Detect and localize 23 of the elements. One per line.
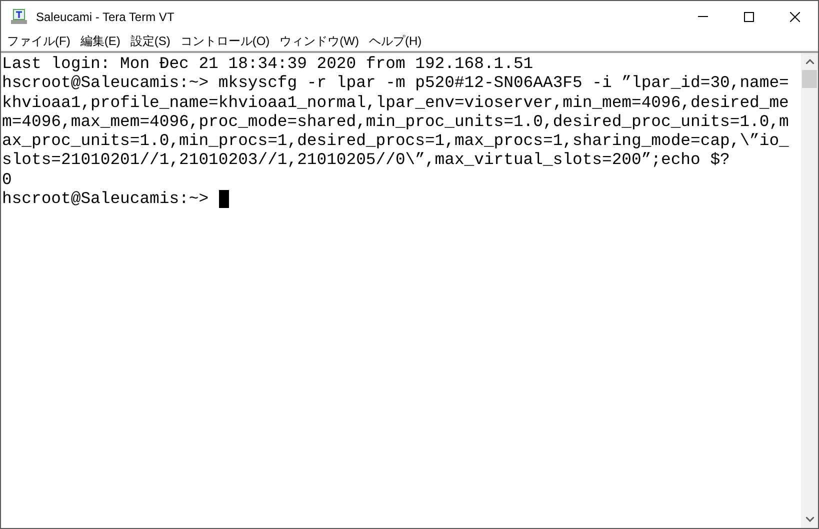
terminal-line: m=4096,max_mem=4096,proc_mode=shared,min_proc_units=1.0,desired_proc_units=1.0,m (2, 112, 789, 132)
terminal-line: slots=21010201//1,21010203//1,21010205//0\”,max_virtual_slots=200”;echo $? (2, 150, 730, 170)
terminal-prompt: hscroot@Saleucamis:~> (2, 189, 209, 208)
scroll-up-icon (806, 59, 814, 64)
terminal-line: khvioaa1,profile_name=khvioaa1_normal,lpar_env=vioserver,min_mem=4096,desired_me (2, 92, 789, 112)
window-title: Saleucami - Tera Term VT (36, 8, 174, 26)
close-icon (790, 12, 800, 22)
scrollbar[interactable] (801, 53, 818, 528)
menu-item[interactable]: ファイル(F) (2, 32, 76, 51)
app-icon (11, 9, 27, 24)
minimize-icon (698, 16, 708, 17)
maximize-icon (744, 12, 754, 22)
terminal-line: 0 (2, 170, 12, 190)
menu-item[interactable]: コントロール(O) (175, 32, 275, 51)
menu-item[interactable]: ヘルプ(H) (364, 32, 427, 51)
terminal-line: hscroot@Saleucamis:~> mksyscfg -r lpar -m p520#12-SN06AA3F5 -i ”lpar_id=30,name= (2, 73, 789, 93)
scroll-down-icon (806, 517, 814, 522)
menu-item[interactable]: ウィンドウ(W) (274, 32, 364, 51)
scroll-thumb[interactable] (802, 70, 817, 88)
terminal-line: ax_proc_units=1.0,min_procs=1,desired_procs=1,max_procs=1,sharing_mode=cap,\”io_ (2, 131, 789, 150)
menu-item[interactable]: 設定(S) (125, 32, 176, 51)
terminal-line: Last login: Mon Đec 21 18:34:39 2020 from 192.168.1.51 (2, 54, 534, 74)
menu-item[interactable]: 編集(E) (75, 32, 126, 51)
